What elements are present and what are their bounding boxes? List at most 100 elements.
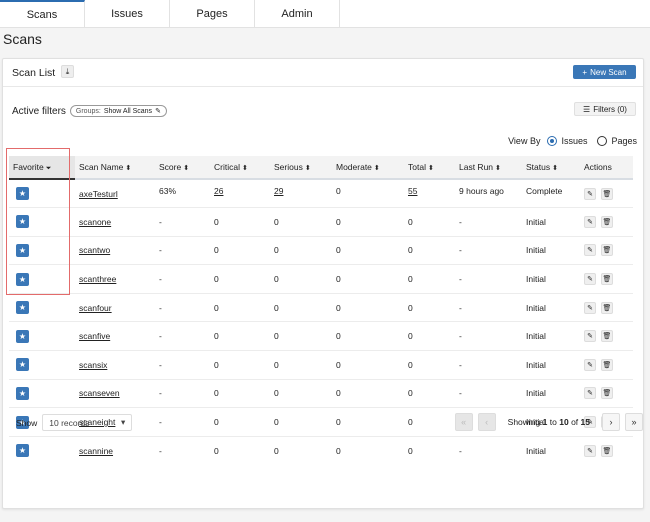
scan-name-link[interactable]: scantwo bbox=[79, 245, 110, 255]
next-page-button[interactable]: › bbox=[602, 413, 620, 431]
score-cell: - bbox=[155, 293, 210, 323]
serious-value[interactable]: 29 bbox=[274, 186, 283, 196]
scan-name-link[interactable]: scanfour bbox=[79, 303, 112, 313]
filter-chip-groups[interactable]: Groups: Show All Scans ✎ bbox=[69, 105, 167, 117]
favorite-cell: ★ bbox=[9, 293, 75, 323]
status-cell: Initial bbox=[522, 236, 580, 266]
delete-button[interactable]: 🗑 bbox=[601, 215, 613, 228]
serious-value: 0 bbox=[274, 445, 279, 456]
edit-button[interactable]: ✎ bbox=[584, 215, 596, 228]
tab-pages[interactable]: Pages bbox=[170, 0, 255, 28]
scan-name-cell: scansix bbox=[75, 350, 155, 380]
scan-name-cell: scanone bbox=[75, 207, 155, 237]
records-select[interactable]: 10 records ▾ bbox=[42, 414, 133, 431]
new-scan-button[interactable]: + New Scan bbox=[573, 65, 636, 79]
active-filters: Active filters Groups: Show All Scans ✎ bbox=[12, 105, 167, 117]
total-cell: 0 bbox=[404, 236, 455, 266]
last-page-button[interactable]: » bbox=[625, 413, 643, 431]
critical-value: 0 bbox=[214, 359, 219, 370]
first-page-button[interactable]: « bbox=[454, 413, 473, 431]
critical-value[interactable]: 26 bbox=[214, 186, 223, 196]
favorite-star-button[interactable]: ★ bbox=[16, 358, 29, 372]
delete-button[interactable]: 🗑 bbox=[601, 301, 613, 314]
edit-button[interactable]: ✎ bbox=[584, 387, 596, 400]
radio-pages[interactable] bbox=[597, 136, 608, 146]
edit-button[interactable]: ✎ bbox=[584, 187, 596, 200]
tab-issues[interactable]: Issues bbox=[85, 0, 170, 28]
table-row: ★ scanthree -0 0 0 0- Initial ✎ 🗑 bbox=[9, 264, 633, 294]
delete-button[interactable]: 🗑 bbox=[601, 187, 613, 200]
moderate-cell: 0 bbox=[336, 445, 341, 456]
col-serious[interactable]: Serious ⬍ bbox=[270, 156, 332, 180]
col-critical[interactable]: Critical ⬍ bbox=[210, 156, 270, 180]
tab-admin[interactable]: Admin bbox=[255, 0, 340, 28]
scan-name-link[interactable]: scanfive bbox=[79, 331, 110, 341]
edit-button[interactable]: ✎ bbox=[584, 444, 596, 457]
favorite-star-button[interactable]: ★ bbox=[16, 187, 29, 201]
total-value[interactable]: 55 bbox=[408, 186, 417, 196]
moderate-cell: 0 bbox=[332, 264, 404, 294]
show-label: Show bbox=[16, 417, 38, 428]
scan-name-link[interactable]: scanone bbox=[79, 217, 111, 227]
actions-cell: ✎🗑 bbox=[580, 293, 633, 323]
edit-button[interactable]: ✎ bbox=[584, 358, 596, 371]
col-last-run[interactable]: Last Run ⬍ bbox=[455, 156, 522, 180]
scan-name-link[interactable]: scanthree bbox=[79, 274, 116, 284]
col-favorite[interactable]: Favorite ⏷ bbox=[9, 156, 75, 180]
sort-icon: ⬍ bbox=[552, 165, 558, 172]
delete-button[interactable]: 🗑 bbox=[601, 330, 613, 343]
last-run-cell: - bbox=[455, 264, 522, 294]
favorite-star-button[interactable]: ★ bbox=[16, 272, 29, 286]
favorite-cell: ★ bbox=[9, 236, 75, 266]
delete-button[interactable]: 🗑 bbox=[601, 273, 613, 286]
star-icon: ★ bbox=[18, 274, 27, 284]
total-value: 0 bbox=[408, 417, 413, 428]
favorite-star-button[interactable]: ★ bbox=[16, 329, 29, 343]
favorite-star-button[interactable]: ★ bbox=[16, 243, 29, 257]
favorite-cell: ★ bbox=[9, 264, 75, 294]
edit-button[interactable]: ✎ bbox=[584, 244, 596, 257]
pencil-icon: ✎ bbox=[587, 390, 593, 398]
delete-button[interactable]: 🗑 bbox=[601, 444, 613, 457]
col-scan-name[interactable]: Scan Name ⬍ bbox=[75, 156, 155, 180]
total-cell: 0 bbox=[404, 321, 455, 352]
favorite-star-button[interactable]: ★ bbox=[16, 301, 29, 315]
edit-button[interactable]: ✎ bbox=[584, 301, 596, 314]
filters-button[interactable]: ☰ Filters (0) bbox=[574, 102, 636, 116]
star-icon: ★ bbox=[18, 189, 27, 199]
favorite-cell: ★ bbox=[9, 321, 75, 352]
edit-button[interactable]: ✎ bbox=[584, 330, 596, 343]
critical-cell: 0 bbox=[210, 264, 270, 294]
col-status[interactable]: Status ⬍ bbox=[522, 156, 580, 180]
delete-button[interactable]: 🗑 bbox=[601, 244, 613, 257]
scan-name-link[interactable]: scansix bbox=[79, 360, 107, 370]
serious-value: 0 bbox=[274, 331, 279, 342]
favorite-star-button[interactable]: ★ bbox=[16, 215, 29, 229]
col-total[interactable]: Total ⬍ bbox=[404, 156, 455, 180]
col-score[interactable]: Score ⬍ bbox=[155, 156, 210, 180]
last-run-cell: - bbox=[455, 321, 522, 352]
pencil-icon: ✎ bbox=[587, 447, 593, 455]
prev-page-button[interactable]: ‹ bbox=[477, 413, 496, 431]
pencil-icon: ✎ bbox=[587, 333, 593, 341]
download-button[interactable]: ⤓ bbox=[61, 65, 74, 78]
scan-name-link[interactable]: scannine bbox=[79, 446, 113, 456]
scan-name-link[interactable]: axeTesturl bbox=[79, 189, 118, 199]
trash-icon: 🗑 bbox=[602, 361, 612, 369]
tab-scans[interactable]: Scans bbox=[0, 0, 85, 28]
delete-button[interactable]: 🗑 bbox=[601, 358, 613, 371]
col-moderate[interactable]: Moderate ⬍ bbox=[332, 156, 404, 180]
scan-name-link[interactable]: scanseven bbox=[79, 388, 120, 398]
card-header: Scan List ⤓ + New Scan bbox=[3, 59, 643, 87]
total-cell: 0 bbox=[404, 350, 455, 380]
total-value: 0 bbox=[408, 445, 413, 456]
sort-icon: ⬍ bbox=[373, 165, 380, 172]
delete-button[interactable]: 🗑 bbox=[601, 387, 613, 400]
last-run-cell: - bbox=[455, 207, 522, 237]
status-cell: Initial bbox=[522, 293, 580, 323]
favorite-star-button[interactable]: ★ bbox=[16, 444, 29, 458]
radio-issues[interactable] bbox=[547, 136, 558, 146]
favorite-star-button[interactable]: ★ bbox=[16, 386, 29, 400]
table-row: ★ scantwo -0 0 0 0- Initial ✎ 🗑 bbox=[9, 236, 633, 266]
edit-button[interactable]: ✎ bbox=[584, 273, 596, 286]
